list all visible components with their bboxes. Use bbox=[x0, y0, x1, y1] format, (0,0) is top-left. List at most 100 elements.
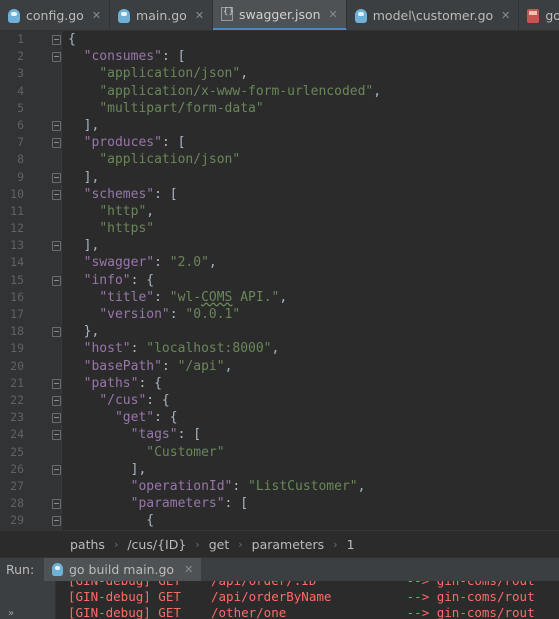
json-punct: ], bbox=[68, 461, 147, 477]
run-console[interactable]: » [GIN-debug] GET /api/order/:ID --> gin… bbox=[0, 581, 559, 619]
console-output: [GIN-debug] GET /api/order/:ID --> gin-c… bbox=[68, 581, 535, 619]
code-text: "tags": [ bbox=[68, 426, 201, 443]
close-icon[interactable]: ✕ bbox=[195, 9, 204, 22]
tab-3[interactable]: model\customer.go ✕ bbox=[347, 0, 520, 30]
code-editor[interactable]: 1{2 "consumes": [3 "application/json", 4 … bbox=[0, 31, 559, 530]
code-line: 18 }, bbox=[0, 323, 559, 340]
code-line: 26 ], bbox=[0, 461, 559, 478]
tab-2[interactable]: swagger.json ✕ bbox=[213, 0, 347, 30]
line-number: 23 bbox=[10, 410, 24, 425]
code-text: ], bbox=[68, 169, 100, 186]
code-lines: 1{2 "consumes": [3 "application/json", 4 … bbox=[0, 31, 559, 530]
line-number: 14 bbox=[10, 255, 24, 270]
json-string: "application/json" bbox=[99, 152, 241, 168]
json-punct: , bbox=[373, 83, 382, 99]
close-icon[interactable]: ✕ bbox=[501, 9, 510, 22]
json-punct: , bbox=[271, 341, 280, 357]
json-key: "host" bbox=[83, 341, 131, 357]
fold-close-icon[interactable] bbox=[52, 464, 61, 475]
line-number: 8 bbox=[17, 152, 24, 167]
fold-open-icon[interactable] bbox=[52, 378, 61, 389]
code-line: 16 "title": "wl-COMS API.", bbox=[0, 289, 559, 306]
json-string: COMS bbox=[201, 289, 233, 305]
line-number: 24 bbox=[10, 427, 24, 442]
tab-4[interactable]: go.mod bbox=[519, 0, 559, 30]
json-key: "tags" bbox=[130, 427, 178, 443]
tab-label: swagger.json bbox=[239, 6, 321, 22]
tab-0[interactable]: config.go ✕ bbox=[0, 0, 111, 30]
json-punct: ], bbox=[68, 117, 100, 133]
json-punct bbox=[68, 84, 99, 99]
code-text: "swagger": "2.0", bbox=[68, 254, 217, 271]
breadcrumb-item[interactable]: /cus/{ID} bbox=[127, 537, 186, 552]
json-key: "parameters" bbox=[130, 496, 225, 512]
code-line: 19 "host": "localhost:8000", bbox=[0, 340, 559, 357]
fold-close-icon[interactable] bbox=[52, 241, 61, 252]
line-number: 1 bbox=[17, 32, 24, 46]
json-punct bbox=[68, 273, 84, 288]
fold-open-icon[interactable] bbox=[52, 430, 61, 441]
fold-open-icon[interactable] bbox=[52, 516, 61, 527]
json-string: "/api" bbox=[177, 358, 225, 374]
console-line: [GIN-debug] GET /api/order/:ID --> gin-c… bbox=[68, 581, 535, 589]
line-number: 6 bbox=[17, 117, 24, 132]
json-punct bbox=[68, 479, 131, 494]
json-string: "multipart/form-data" bbox=[99, 100, 264, 116]
fold-open-icon[interactable] bbox=[52, 413, 61, 424]
close-icon[interactable]: ✕ bbox=[92, 9, 101, 22]
json-punct bbox=[68, 341, 84, 356]
line-number: 9 bbox=[17, 169, 24, 184]
json-punct: ], bbox=[68, 238, 100, 254]
json-punct: : [ bbox=[224, 496, 249, 512]
editor-tab-bar: config.go✕main.go✕swagger.json✕model\cus… bbox=[0, 0, 559, 31]
code-text: ], bbox=[68, 461, 147, 478]
breadcrumb-item[interactable]: parameters bbox=[252, 537, 325, 552]
json-punct bbox=[68, 376, 84, 391]
fold-open-icon[interactable] bbox=[52, 52, 61, 63]
breadcrumb-item[interactable]: get bbox=[209, 537, 230, 552]
json-punct: : [ bbox=[161, 135, 186, 151]
fold-close-icon[interactable] bbox=[52, 172, 61, 183]
fold-open-icon[interactable] bbox=[52, 275, 61, 286]
go-file-icon bbox=[118, 8, 131, 23]
json-punct bbox=[68, 204, 99, 219]
json-punct: : bbox=[161, 358, 178, 374]
json-punct: : [ bbox=[161, 49, 186, 65]
fold-open-icon[interactable] bbox=[52, 499, 61, 510]
json-punct bbox=[68, 49, 84, 64]
fold-open-icon[interactable] bbox=[52, 35, 61, 45]
json-punct bbox=[68, 427, 131, 442]
json-punct: : bbox=[130, 341, 147, 357]
code-line: 13 ], bbox=[0, 237, 559, 254]
code-line: 29 { bbox=[0, 512, 559, 529]
code-text: ], bbox=[68, 117, 100, 134]
code-line: 15 "info": { bbox=[0, 272, 559, 289]
json-punct: : bbox=[232, 478, 249, 494]
code-line: 4 "application/x-www-form-urlencoded", bbox=[0, 83, 559, 100]
fold-close-icon[interactable] bbox=[52, 120, 61, 131]
tab-1[interactable]: main.go ✕ bbox=[110, 0, 214, 30]
fold-open-icon[interactable] bbox=[52, 189, 61, 200]
tab-label: main.go bbox=[136, 8, 187, 23]
code-text: "title": "wl-COMS API.", bbox=[68, 289, 287, 306]
run-config-tab[interactable]: go build main.go ✕ bbox=[44, 557, 202, 582]
code-line: 17 "version": "0.0.1" bbox=[0, 306, 559, 323]
code-text: "host": "localhost:8000", bbox=[68, 340, 280, 357]
code-text: { bbox=[68, 512, 154, 529]
close-icon[interactable]: ✕ bbox=[184, 563, 193, 576]
json-punct: , bbox=[224, 358, 233, 374]
line-number: 2 bbox=[17, 49, 24, 64]
line-number: 19 bbox=[10, 341, 24, 356]
code-text: "version": "0.0.1" bbox=[68, 306, 240, 323]
breadcrumb-item[interactable]: 1 bbox=[347, 537, 355, 552]
fold-open-icon[interactable] bbox=[52, 395, 61, 406]
breadcrumb-item[interactable]: paths bbox=[70, 537, 105, 552]
json-punct: ], bbox=[68, 169, 100, 185]
code-line: 12 "https" bbox=[0, 220, 559, 237]
close-icon[interactable]: ✕ bbox=[329, 8, 338, 21]
line-number: 17 bbox=[10, 307, 24, 321]
fold-open-icon[interactable] bbox=[52, 138, 61, 149]
fold-close-icon[interactable] bbox=[52, 327, 61, 338]
expand-icon[interactable]: » bbox=[8, 608, 14, 619]
go-file-icon bbox=[354, 8, 367, 23]
